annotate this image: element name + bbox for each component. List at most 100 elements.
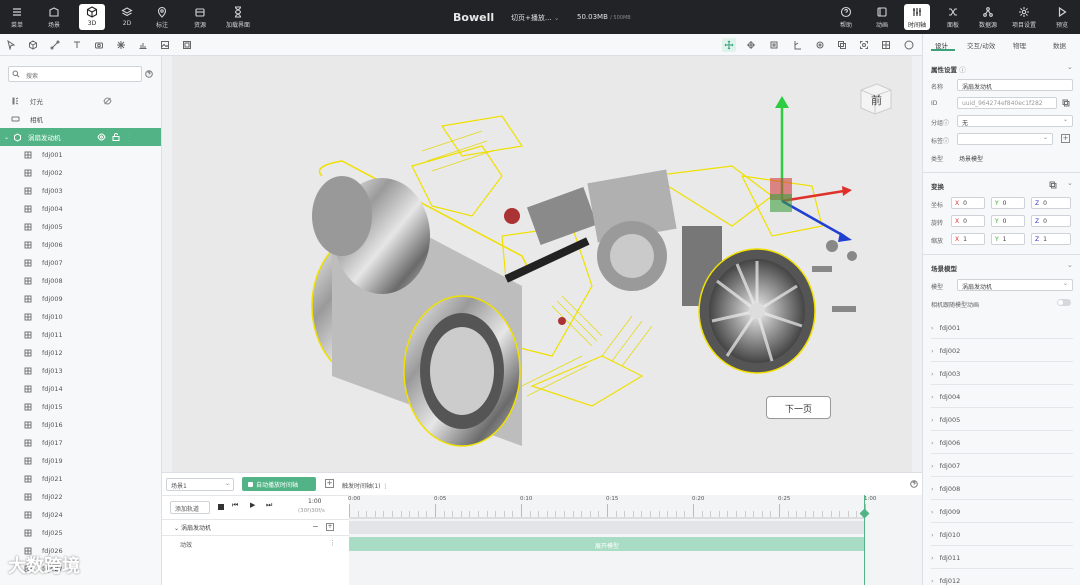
play-icon[interactable]: ▶ bbox=[250, 501, 255, 509]
more-icon[interactable] bbox=[125, 133, 133, 141]
model-child-item[interactable]: › fdj003 bbox=[931, 365, 1073, 385]
transform-gizmo[interactable] bbox=[770, 96, 852, 242]
tree-item-part[interactable]: fdj025 bbox=[0, 524, 161, 542]
select-tool[interactable] bbox=[4, 38, 18, 52]
tree-item-part[interactable]: fdj013 bbox=[0, 362, 161, 380]
mode-2d-button[interactable]: 2D bbox=[114, 4, 140, 30]
chevron-down-icon[interactable]: ⌄ bbox=[1067, 261, 1073, 269]
name-field[interactable]: 涡扇发动机 bbox=[957, 79, 1073, 91]
add-chart-tool[interactable] bbox=[136, 38, 150, 52]
grid-tool[interactable] bbox=[879, 38, 893, 52]
group-select[interactable]: 无 ⌄ bbox=[957, 115, 1073, 127]
rotation-y[interactable]: Y0 bbox=[991, 215, 1025, 227]
tree-item-part[interactable]: fdj006 bbox=[0, 236, 161, 254]
assets-button[interactable]: 资源 bbox=[187, 4, 213, 30]
rotation-x[interactable]: X0 bbox=[951, 215, 985, 227]
add-camera-tool[interactable] bbox=[92, 38, 106, 52]
model-child-item[interactable]: › fdj005 bbox=[931, 411, 1073, 431]
copy-icon[interactable] bbox=[1049, 181, 1057, 189]
copy-icon[interactable] bbox=[1062, 99, 1070, 107]
tree-item-light[interactable]: 灯光 bbox=[0, 92, 161, 110]
unlock-icon[interactable] bbox=[112, 133, 120, 141]
mode-3d-button[interactable]: 3D bbox=[79, 4, 105, 30]
tree-item-part[interactable]: fdj017 bbox=[0, 434, 161, 452]
model-child-item[interactable]: › fdj010 bbox=[931, 526, 1073, 546]
model-select[interactable]: 涡扇发动机 ⌄ bbox=[957, 279, 1073, 291]
add-cube-tool[interactable] bbox=[26, 38, 40, 52]
animation-clip[interactable]: 展开模型 bbox=[349, 537, 865, 551]
help-button[interactable]: 帮助 bbox=[833, 4, 859, 30]
chevron-down-icon[interactable]: ⌄ bbox=[1067, 63, 1073, 71]
tab-interaction[interactable]: 交互/动效 bbox=[967, 40, 995, 50]
tab-data[interactable]: 数据 bbox=[1053, 40, 1066, 50]
scene-select[interactable]: 场景1 ⌄ bbox=[166, 478, 234, 491]
model-child-item[interactable]: › fdj008 bbox=[931, 480, 1073, 500]
scale-z[interactable]: Z1 bbox=[1031, 233, 1071, 245]
position-y[interactable]: Y0 bbox=[991, 197, 1025, 209]
add-panel-tool[interactable] bbox=[180, 38, 194, 52]
tree-item-camera[interactable]: 相机 bbox=[0, 110, 161, 128]
copy-tool[interactable] bbox=[835, 38, 849, 52]
menu-button[interactable]: 菜单 bbox=[4, 4, 30, 30]
tree-item-part[interactable]: fdj022 bbox=[0, 488, 161, 506]
tree-item-part[interactable]: fdj009 bbox=[0, 290, 161, 308]
scale-y[interactable]: Y1 bbox=[991, 233, 1025, 245]
timeline-button[interactable]: 时间轴 bbox=[904, 4, 930, 30]
help-icon[interactable] bbox=[910, 480, 918, 488]
tree-item-part[interactable]: fdj001 bbox=[0, 146, 161, 164]
tree-item-part[interactable]: fdj008 bbox=[0, 272, 161, 290]
preview-button[interactable]: 预览 bbox=[1049, 4, 1075, 30]
add-timeline-button[interactable]: + bbox=[325, 479, 334, 488]
add-image-tool[interactable] bbox=[158, 38, 172, 52]
track-row[interactable]: ⌄ 涡扇发动机 bbox=[174, 523, 211, 532]
project-title[interactable]: 切页+播放... ⌄ bbox=[511, 13, 560, 23]
position-z[interactable]: Z0 bbox=[1031, 197, 1071, 209]
annotate-button[interactable]: 标注 bbox=[149, 4, 175, 30]
add-track-button[interactable]: 添加轨道 bbox=[170, 501, 210, 514]
scale-gizmo-tool[interactable] bbox=[767, 38, 781, 52]
camera-follow-toggle[interactable] bbox=[1057, 299, 1071, 306]
tree-item-part[interactable]: fdj005 bbox=[0, 218, 161, 236]
collapse-button[interactable]: − bbox=[312, 522, 319, 531]
tab-physics[interactable]: 物理 bbox=[1013, 40, 1026, 50]
scene-button[interactable]: 场景 bbox=[41, 4, 67, 30]
add-subtrack-button[interactable]: + bbox=[326, 523, 334, 531]
tag-select[interactable]: ⌄ bbox=[957, 133, 1053, 145]
chevron-down-icon[interactable]: ⌄ bbox=[4, 134, 9, 141]
rotate-gizmo-tool[interactable] bbox=[744, 38, 758, 52]
skip-start-icon[interactable]: ⏮ bbox=[232, 501, 238, 510]
panel-button[interactable]: 面板 bbox=[940, 4, 966, 30]
add-tag-button[interactable]: + bbox=[1061, 134, 1070, 143]
model-child-item[interactable]: › fdj004 bbox=[931, 388, 1073, 408]
tree-item-part[interactable]: fdj021 bbox=[0, 470, 161, 488]
more-icon[interactable]: ⋮ bbox=[329, 539, 336, 547]
model-child-item[interactable]: › fdj009 bbox=[931, 503, 1073, 523]
autoplay-timeline-tab[interactable]: 自动播放时间轴 bbox=[242, 477, 316, 491]
help-icon[interactable]: ⓘ bbox=[959, 66, 966, 74]
model-child-item[interactable]: › fdj011 bbox=[931, 549, 1073, 569]
model-child-item[interactable]: › fdj012 bbox=[931, 572, 1073, 585]
help-icon[interactable] bbox=[145, 70, 153, 78]
tree-item-part[interactable]: fdj012 bbox=[0, 344, 161, 362]
datasource-button[interactable]: 数据源 bbox=[975, 4, 1001, 30]
tree-item-part[interactable]: fdj015 bbox=[0, 398, 161, 416]
add-line-tool[interactable] bbox=[48, 38, 62, 52]
move-gizmo-tool[interactable] bbox=[722, 38, 736, 52]
project-settings-button[interactable]: 项目设置 bbox=[1008, 4, 1040, 30]
loading-screen-button[interactable]: 加载界面 bbox=[222, 4, 254, 30]
tree-item-part[interactable]: fdj014 bbox=[0, 380, 161, 398]
eye-off-icon[interactable] bbox=[103, 97, 112, 105]
tree-item-part[interactable]: fdj019 bbox=[0, 452, 161, 470]
focus-tool[interactable] bbox=[813, 38, 827, 52]
tree-item-part[interactable]: fdj004 bbox=[0, 200, 161, 218]
fit-view-tool[interactable] bbox=[857, 38, 871, 52]
model-child-item[interactable]: › fdj007 bbox=[931, 457, 1073, 477]
tree-item-part[interactable]: fdj003 bbox=[0, 182, 161, 200]
chevron-down-icon[interactable]: ⌄ bbox=[174, 525, 179, 532]
view-cube[interactable]: 前 bbox=[857, 80, 893, 116]
eye-icon[interactable] bbox=[96, 133, 106, 141]
model-child-item[interactable]: › fdj006 bbox=[931, 434, 1073, 454]
anchor-tool[interactable] bbox=[790, 38, 804, 52]
trigger-timeline-tab[interactable]: 触发时间轴(1) ⋮ bbox=[342, 481, 388, 490]
tree-item-part[interactable]: fdj007 bbox=[0, 254, 161, 272]
